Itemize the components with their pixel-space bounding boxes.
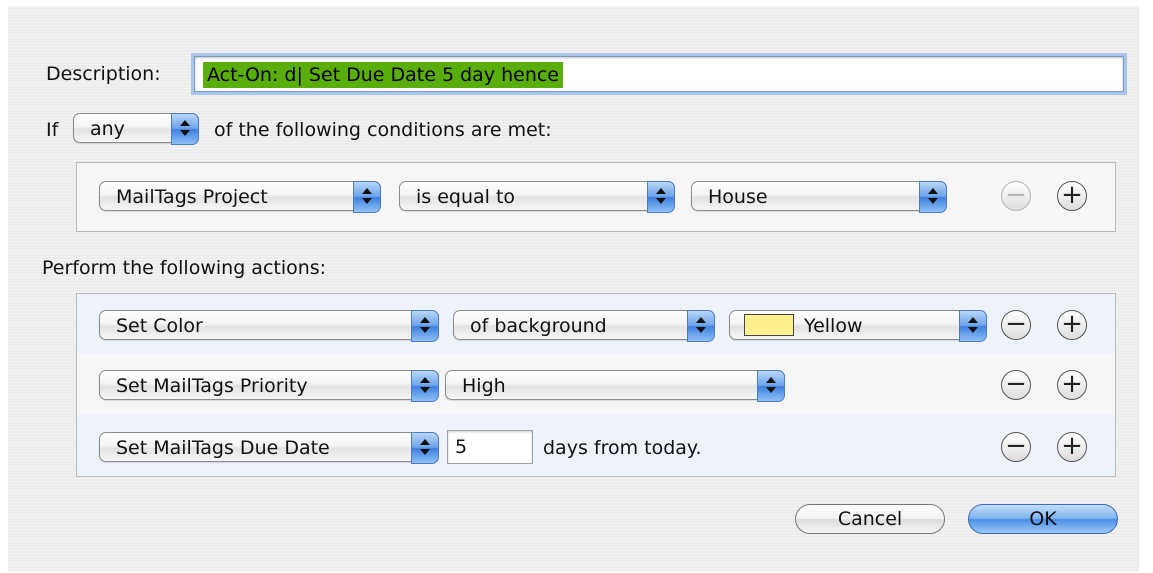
actions-box: Set Color of background Yellow − + Set M… — [76, 293, 1116, 477]
popup-arrows-icon — [757, 370, 785, 402]
description-field[interactable]: Act-On: d| Set Due Date 5 day hence — [194, 56, 1124, 92]
popup-arrows-icon — [687, 310, 715, 342]
popup-arrows-icon — [919, 181, 947, 213]
popup-arrows-icon — [171, 113, 199, 145]
popup-arrows-icon — [959, 310, 987, 342]
cancel-button[interactable]: Cancel — [795, 504, 945, 534]
remove-condition-button[interactable]: − — [1001, 181, 1031, 211]
match-mode-value: any — [90, 118, 125, 140]
remove-action-button[interactable]: − — [1001, 310, 1031, 340]
due-days-suffix: days from today. — [543, 437, 702, 459]
action-type-popup[interactable]: Set MailTags Due Date — [99, 432, 439, 464]
popup-arrows-icon — [353, 181, 381, 213]
popup-arrows-icon — [411, 370, 439, 402]
popup-arrows-icon — [647, 181, 675, 213]
add-action-button[interactable]: + — [1057, 432, 1087, 462]
actions-label: Perform the following actions: — [42, 257, 327, 279]
action-type-popup[interactable]: Set MailTags Priority — [99, 370, 439, 402]
ok-button[interactable]: OK — [968, 504, 1118, 534]
popup-arrows-icon — [411, 432, 439, 464]
color-target-popup[interactable]: of background — [453, 310, 715, 342]
if-label: If — [46, 119, 59, 141]
condition-field-popup[interactable]: MailTags Project — [99, 181, 381, 213]
due-days-input[interactable]: 5 — [447, 430, 533, 464]
color-value: Yellow — [804, 315, 863, 337]
condition-field-value: MailTags Project — [116, 186, 268, 208]
condition-operator-value: is equal to — [416, 186, 516, 208]
conditions-suffix-label: of the following conditions are met: — [214, 119, 552, 141]
description-label: Description: — [46, 63, 161, 85]
priority-popup[interactable]: High — [445, 370, 785, 402]
condition-operator-popup[interactable]: is equal to — [399, 181, 675, 213]
rule-editor-sheet: Description: Act-On: d| Set Due Date 5 d… — [8, 6, 1139, 572]
color-target-value: of background — [470, 315, 607, 337]
action-type-popup[interactable]: Set Color — [99, 310, 439, 342]
condition-value-popup[interactable]: House — [691, 181, 947, 213]
add-action-button[interactable]: + — [1057, 370, 1087, 400]
conditions-box: MailTags Project is equal to House − + — [76, 162, 1116, 232]
yellow-swatch — [744, 314, 794, 336]
popup-arrows-icon — [411, 310, 439, 342]
match-mode-popup[interactable]: any — [73, 113, 199, 145]
color-value-wrap: Yellow — [744, 313, 863, 339]
add-action-button[interactable]: + — [1057, 310, 1087, 340]
action-type-value: Set MailTags Due Date — [116, 437, 330, 459]
condition-value-value: House — [708, 186, 768, 208]
description-value: Act-On: d| Set Due Date 5 day hence — [203, 62, 564, 88]
remove-action-button[interactable]: − — [1001, 432, 1031, 462]
action-type-value: Set Color — [116, 315, 203, 337]
priority-value: High — [462, 375, 506, 397]
remove-action-button[interactable]: − — [1001, 370, 1031, 400]
action-type-value: Set MailTags Priority — [116, 375, 308, 397]
color-value-popup[interactable]: Yellow — [729, 310, 987, 342]
add-condition-button[interactable]: + — [1057, 181, 1087, 211]
